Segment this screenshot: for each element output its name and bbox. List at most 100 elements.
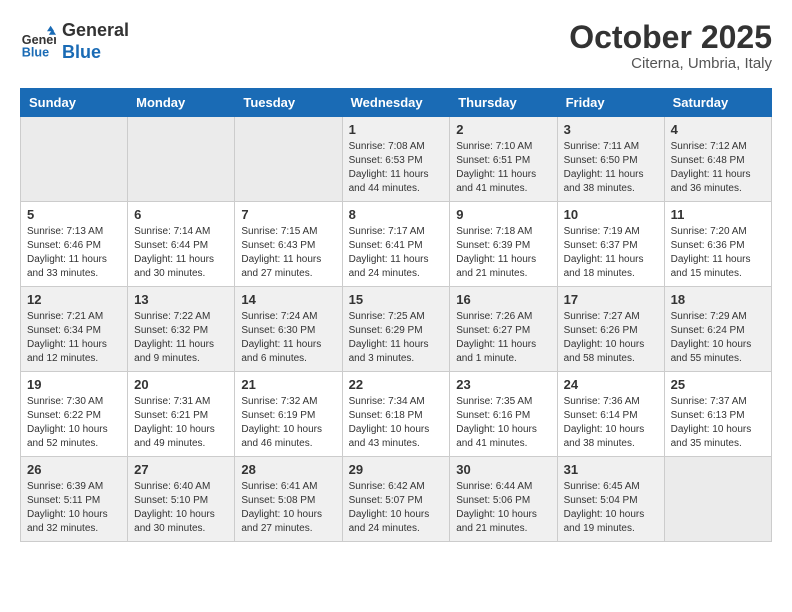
day-number: 31: [564, 462, 658, 477]
day-info: Sunrise: 7:27 AM Sunset: 6:26 PM Dayligh…: [564, 310, 658, 366]
calendar-cell: 31 Sunrise: 6:45 AM Sunset: 5:04 PM Dayli…: [557, 457, 664, 542]
calendar-cell: 16 Sunrise: 7:26 AM Sunset: 6:27 PM Dayli…: [450, 287, 557, 372]
logo-text: General Blue: [62, 20, 129, 63]
day-info: Sunrise: 7:14 AM Sunset: 6:44 PM Dayligh…: [134, 225, 228, 281]
calendar-cell: 15 Sunrise: 7:25 AM Sunset: 6:29 PM Dayli…: [342, 287, 450, 372]
day-number: 22: [349, 377, 444, 392]
calendar-cell: 26 Sunrise: 6:39 AM Sunset: 5:11 PM Dayli…: [21, 457, 128, 542]
day-number: 17: [564, 292, 658, 307]
logo: General Blue General Blue: [20, 20, 129, 63]
calendar-cell: [128, 117, 235, 202]
day-info: Sunrise: 7:26 AM Sunset: 6:27 PM Dayligh…: [456, 310, 550, 366]
calendar-cell: 28 Sunrise: 6:41 AM Sunset: 5:08 PM Dayli…: [235, 457, 342, 542]
day-number: 27: [134, 462, 228, 477]
day-number: 15: [349, 292, 444, 307]
calendar-cell: 17 Sunrise: 7:27 AM Sunset: 6:26 PM Dayli…: [557, 287, 664, 372]
day-info: Sunrise: 7:37 AM Sunset: 6:13 PM Dayligh…: [671, 395, 765, 451]
calendar-cell: 14 Sunrise: 7:24 AM Sunset: 6:30 PM Dayli…: [235, 287, 342, 372]
calendar-cell: 22Sunrise: 7:34 AM Sunset: 6:18 PM Dayli…: [342, 372, 450, 457]
weekday-header-friday: Friday: [557, 89, 664, 117]
weekday-header-saturday: Saturday: [664, 89, 771, 117]
calendar-cell: 23 Sunrise: 7:35 AM Sunset: 6:16 PM Dayli…: [450, 372, 557, 457]
calendar-cell: 30Sunrise: 6:44 AM Sunset: 5:06 PM Dayli…: [450, 457, 557, 542]
calendar-cell: 11Sunrise: 7:20 AM Sunset: 6:36 PM Dayli…: [664, 202, 771, 287]
calendar-cell: 2 Sunrise: 7:10 AM Sunset: 6:51 PM Daylig…: [450, 117, 557, 202]
day-info: Sunrise: 6:39 AM Sunset: 5:11 PM Dayligh…: [27, 480, 121, 536]
calendar-cell: [235, 117, 342, 202]
day-number: 9: [456, 207, 550, 222]
svg-text:Blue: Blue: [22, 45, 49, 59]
day-info: Sunrise: 6:42 AM Sunset: 5:07 PM Dayligh…: [349, 480, 444, 536]
day-number: 26: [27, 462, 121, 477]
day-number: 16: [456, 292, 550, 307]
day-number: 5: [27, 207, 121, 222]
day-number: 1: [349, 122, 444, 137]
weekday-header-wednesday: Wednesday: [342, 89, 450, 117]
day-info: Sunrise: 7:08 AM Sunset: 6:53 PM Dayligh…: [349, 140, 444, 196]
calendar-cell: 8Sunrise: 7:17 AM Sunset: 6:41 PM Daylig…: [342, 202, 450, 287]
day-number: 24: [564, 377, 658, 392]
day-number: 7: [241, 207, 335, 222]
day-number: 23: [456, 377, 550, 392]
logo-line1: General: [62, 20, 129, 42]
day-number: 11: [671, 207, 765, 222]
calendar-cell: 29 Sunrise: 6:42 AM Sunset: 5:07 PM Dayli…: [342, 457, 450, 542]
calendar-week-row: 26 Sunrise: 6:39 AM Sunset: 5:11 PM Dayli…: [21, 457, 772, 542]
day-info: Sunrise: 7:36 AM Sunset: 6:14 PM Dayligh…: [564, 395, 658, 451]
calendar-week-row: 19Sunrise: 7:30 AM Sunset: 6:22 PM Dayli…: [21, 372, 772, 457]
day-number: 21: [241, 377, 335, 392]
day-info: Sunrise: 7:22 AM Sunset: 6:32 PM Dayligh…: [134, 310, 228, 366]
calendar-cell: [664, 457, 771, 542]
day-number: 19: [27, 377, 121, 392]
day-info: Sunrise: 7:13 AM Sunset: 6:46 PM Dayligh…: [27, 225, 121, 281]
day-info: Sunrise: 7:10 AM Sunset: 6:51 PM Dayligh…: [456, 140, 550, 196]
calendar-cell: 5 Sunrise: 7:13 AM Sunset: 6:46 PM Daylig…: [21, 202, 128, 287]
weekday-header-thursday: Thursday: [450, 89, 557, 117]
day-number: 6: [134, 207, 228, 222]
weekday-header-sunday: Sunday: [21, 89, 128, 117]
day-number: 30: [456, 462, 550, 477]
calendar-cell: 7 Sunrise: 7:15 AM Sunset: 6:43 PM Daylig…: [235, 202, 342, 287]
day-info: Sunrise: 7:25 AM Sunset: 6:29 PM Dayligh…: [349, 310, 444, 366]
day-info: Sunrise: 7:11 AM Sunset: 6:50 PM Dayligh…: [564, 140, 658, 196]
calendar-cell: 12Sunrise: 7:21 AM Sunset: 6:34 PM Dayli…: [21, 287, 128, 372]
calendar-cell: 1 Sunrise: 7:08 AM Sunset: 6:53 PM Daylig…: [342, 117, 450, 202]
calendar-table: SundayMondayTuesdayWednesdayThursdayFrid…: [20, 88, 772, 542]
day-info: Sunrise: 6:41 AM Sunset: 5:08 PM Dayligh…: [241, 480, 335, 536]
logo-icon: General Blue: [20, 24, 56, 60]
day-number: 3: [564, 122, 658, 137]
day-info: Sunrise: 7:15 AM Sunset: 6:43 PM Dayligh…: [241, 225, 335, 281]
calendar-week-row: 1 Sunrise: 7:08 AM Sunset: 6:53 PM Daylig…: [21, 117, 772, 202]
title-block: October 2025 Citerna, Umbria, Italy: [569, 20, 772, 72]
day-number: 25: [671, 377, 765, 392]
day-number: 29: [349, 462, 444, 477]
calendar-cell: [21, 117, 128, 202]
day-number: 18: [671, 292, 765, 307]
day-info: Sunrise: 6:45 AM Sunset: 5:04 PM Dayligh…: [564, 480, 658, 536]
day-number: 14: [241, 292, 335, 307]
day-number: 20: [134, 377, 228, 392]
day-number: 28: [241, 462, 335, 477]
calendar-cell: 25 Sunrise: 7:37 AM Sunset: 6:13 PM Dayli…: [664, 372, 771, 457]
day-info: Sunrise: 6:40 AM Sunset: 5:10 PM Dayligh…: [134, 480, 228, 536]
day-info: Sunrise: 7:12 AM Sunset: 6:48 PM Dayligh…: [671, 140, 765, 196]
calendar-cell: 3 Sunrise: 7:11 AM Sunset: 6:50 PM Daylig…: [557, 117, 664, 202]
calendar-cell: 13 Sunrise: 7:22 AM Sunset: 6:32 PM Dayli…: [128, 287, 235, 372]
calendar-week-row: 5 Sunrise: 7:13 AM Sunset: 6:46 PM Daylig…: [21, 202, 772, 287]
calendar-cell: 20Sunrise: 7:31 AM Sunset: 6:21 PM Dayli…: [128, 372, 235, 457]
day-info: Sunrise: 7:35 AM Sunset: 6:16 PM Dayligh…: [456, 395, 550, 451]
day-info: Sunrise: 7:17 AM Sunset: 6:41 PM Dayligh…: [349, 225, 444, 281]
weekday-header-tuesday: Tuesday: [235, 89, 342, 117]
day-number: 2: [456, 122, 550, 137]
day-info: Sunrise: 7:24 AM Sunset: 6:30 PM Dayligh…: [241, 310, 335, 366]
day-info: Sunrise: 7:21 AM Sunset: 6:34 PM Dayligh…: [27, 310, 121, 366]
calendar-cell: 19Sunrise: 7:30 AM Sunset: 6:22 PM Dayli…: [21, 372, 128, 457]
calendar-cell: 4 Sunrise: 7:12 AM Sunset: 6:48 PM Daylig…: [664, 117, 771, 202]
day-number: 13: [134, 292, 228, 307]
calendar-cell: 10Sunrise: 7:19 AM Sunset: 6:37 PM Dayli…: [557, 202, 664, 287]
weekday-header-monday: Monday: [128, 89, 235, 117]
day-info: Sunrise: 7:18 AM Sunset: 6:39 PM Dayligh…: [456, 225, 550, 281]
day-number: 4: [671, 122, 765, 137]
day-info: Sunrise: 7:19 AM Sunset: 6:37 PM Dayligh…: [564, 225, 658, 281]
page-header: General Blue General Blue October 2025 C…: [20, 20, 772, 72]
